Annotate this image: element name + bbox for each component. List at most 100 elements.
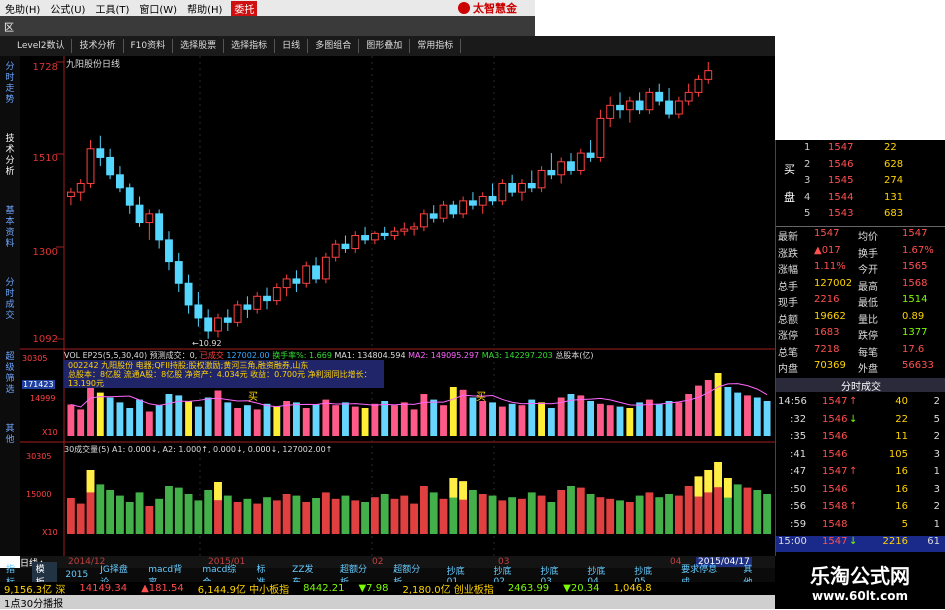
- volume-bar: [361, 408, 369, 436]
- tick-price: 1546: [822, 483, 848, 495]
- vol-scale-top: 30305: [22, 354, 48, 363]
- tick-time: 14:56: [778, 396, 807, 407]
- tick-time: :56: [790, 501, 807, 512]
- volume2-bar: [665, 494, 673, 534]
- volume2-bar: [116, 495, 124, 534]
- quote-label: 总手: [778, 281, 798, 293]
- footer-tab-2[interactable]: 2015: [61, 570, 92, 580]
- quote-value2: 56633: [902, 360, 934, 371]
- tick-header[interactable]: 分时成交: [776, 378, 945, 393]
- volume-bar: [194, 406, 202, 436]
- tab-1[interactable]: 技术分析: [72, 39, 124, 53]
- tab-0[interactable]: Level2数认: [10, 39, 73, 53]
- quote-value: 1.11%: [814, 261, 846, 272]
- tab-7[interactable]: 图形叠加: [359, 39, 411, 53]
- order-book-row: 3 1545 274: [776, 175, 945, 191]
- buy-signal-2: 买: [476, 392, 486, 403]
- menu-formula[interactable]: 公式(U): [45, 1, 90, 16]
- sidebar-tab-ticks[interactable]: 分时成交: [2, 278, 18, 322]
- volume2-bar: [410, 503, 419, 534]
- order-level: 4: [804, 191, 811, 203]
- candle-body: [518, 182, 526, 193]
- tick-price: 1547: [822, 536, 848, 547]
- sidebar-tab-fundamentals[interactable]: 基本资料: [2, 206, 18, 250]
- candle-body: [674, 100, 683, 115]
- status-text: 1点30分播报: [4, 599, 64, 610]
- candle-body: [125, 187, 134, 206]
- kline-chart-area[interactable]: [20, 56, 775, 556]
- volume2-bar: [66, 498, 75, 534]
- order-volume: 22: [884, 142, 897, 153]
- tick-price: 1547: [822, 396, 848, 407]
- quote-label2: 今开: [858, 265, 878, 276]
- tab-5[interactable]: 日线: [275, 39, 309, 53]
- candle-body: [468, 200, 477, 206]
- tab-3[interactable]: 选择股票: [173, 39, 225, 53]
- candle-body: [233, 304, 242, 323]
- volume-bar: [292, 402, 300, 436]
- volume2-bar: [733, 484, 742, 534]
- candle-body: [302, 265, 311, 284]
- candle-body: [625, 100, 634, 111]
- candle-body: [459, 200, 468, 215]
- volume2-bar: [321, 492, 330, 534]
- quote-value: 1547: [814, 228, 840, 239]
- sidebar-tab-timeshare[interactable]: 分时走势: [2, 62, 18, 106]
- volume2-bar: [125, 502, 134, 534]
- volume-bar: [587, 401, 595, 436]
- quote-value2: 0.89: [902, 310, 925, 322]
- tab-4[interactable]: 选择指标: [224, 39, 276, 53]
- tab-2[interactable]: F10资料: [124, 39, 174, 53]
- quote-label: 内盘: [778, 364, 798, 375]
- volume2-bar: [351, 500, 360, 534]
- volume2-bar: [625, 502, 634, 534]
- candle-body: [694, 78, 703, 93]
- toolbar-label: 区: [4, 22, 14, 34]
- volume2-bar: [674, 495, 683, 534]
- price-label-bottom: 1092: [32, 334, 58, 345]
- volume-bar: [606, 405, 614, 436]
- quote-value2: 1568: [902, 277, 928, 289]
- sidebar-tab-other[interactable]: 其他: [2, 424, 18, 446]
- index-item-7: 2463.99: [507, 583, 550, 594]
- menu-help[interactable]: 帮助(H): [182, 1, 227, 16]
- menu-system[interactable]: 免助(H): [0, 1, 45, 16]
- candle-body: [86, 148, 95, 184]
- index-item-2: ▲181.54: [141, 583, 184, 594]
- vol-ma3: MA3: 142297.203: [481, 351, 553, 360]
- candle-body: [312, 265, 320, 280]
- order-book-row: 1 1547 22: [776, 142, 945, 158]
- menu-tools[interactable]: 工具(T): [90, 1, 134, 16]
- candle-body: [331, 243, 340, 258]
- tick-volume: 22: [895, 413, 908, 425]
- volume2-bar: [361, 502, 369, 534]
- tick-row: 15:00 1547 ↓ 2216 61: [776, 536, 945, 552]
- volume2-bar: [635, 495, 644, 534]
- price-label-2: 1510: [32, 153, 58, 164]
- volume-bar: [185, 401, 193, 436]
- volume-bar: [302, 408, 310, 436]
- fund-line-2: 总股本：8亿股 流通A股：8亿股 净资产：4.034元 收益：0.700元 净利…: [68, 370, 372, 388]
- tab-6[interactable]: 多图组合: [308, 39, 360, 53]
- order-level: 3: [804, 175, 811, 186]
- volume2-bar: [488, 495, 497, 534]
- menu-window[interactable]: 窗口(W): [134, 1, 182, 16]
- menu-bar: 免助(H) 公式(U) 工具(T) 窗口(W) 帮助(H) 委托 太智慧金: [0, 0, 535, 16]
- candle-body: [596, 117, 605, 158]
- volume2-bar: [518, 498, 526, 534]
- volume-bar: [106, 397, 114, 436]
- quote-value: 7218: [814, 343, 840, 355]
- tick-time: :47: [790, 466, 807, 477]
- volume-bar: [332, 405, 340, 436]
- volume-bar: [695, 385, 702, 436]
- tick-row: :41 1546 105 3: [776, 449, 945, 465]
- tab-8[interactable]: 常用指标: [410, 39, 462, 53]
- tick-price: 1546: [822, 431, 848, 442]
- sidebar-tab-technical[interactable]: 技术分析: [2, 134, 18, 178]
- brand-name: 太智慧金: [473, 2, 517, 15]
- volume-bar: [518, 405, 526, 436]
- brand-logo-icon: [458, 2, 470, 14]
- tick-arrow: ↓: [849, 413, 858, 425]
- sidebar-tab-screen[interactable]: 超级筛选: [2, 352, 18, 396]
- trade-button[interactable]: 委托: [231, 0, 258, 16]
